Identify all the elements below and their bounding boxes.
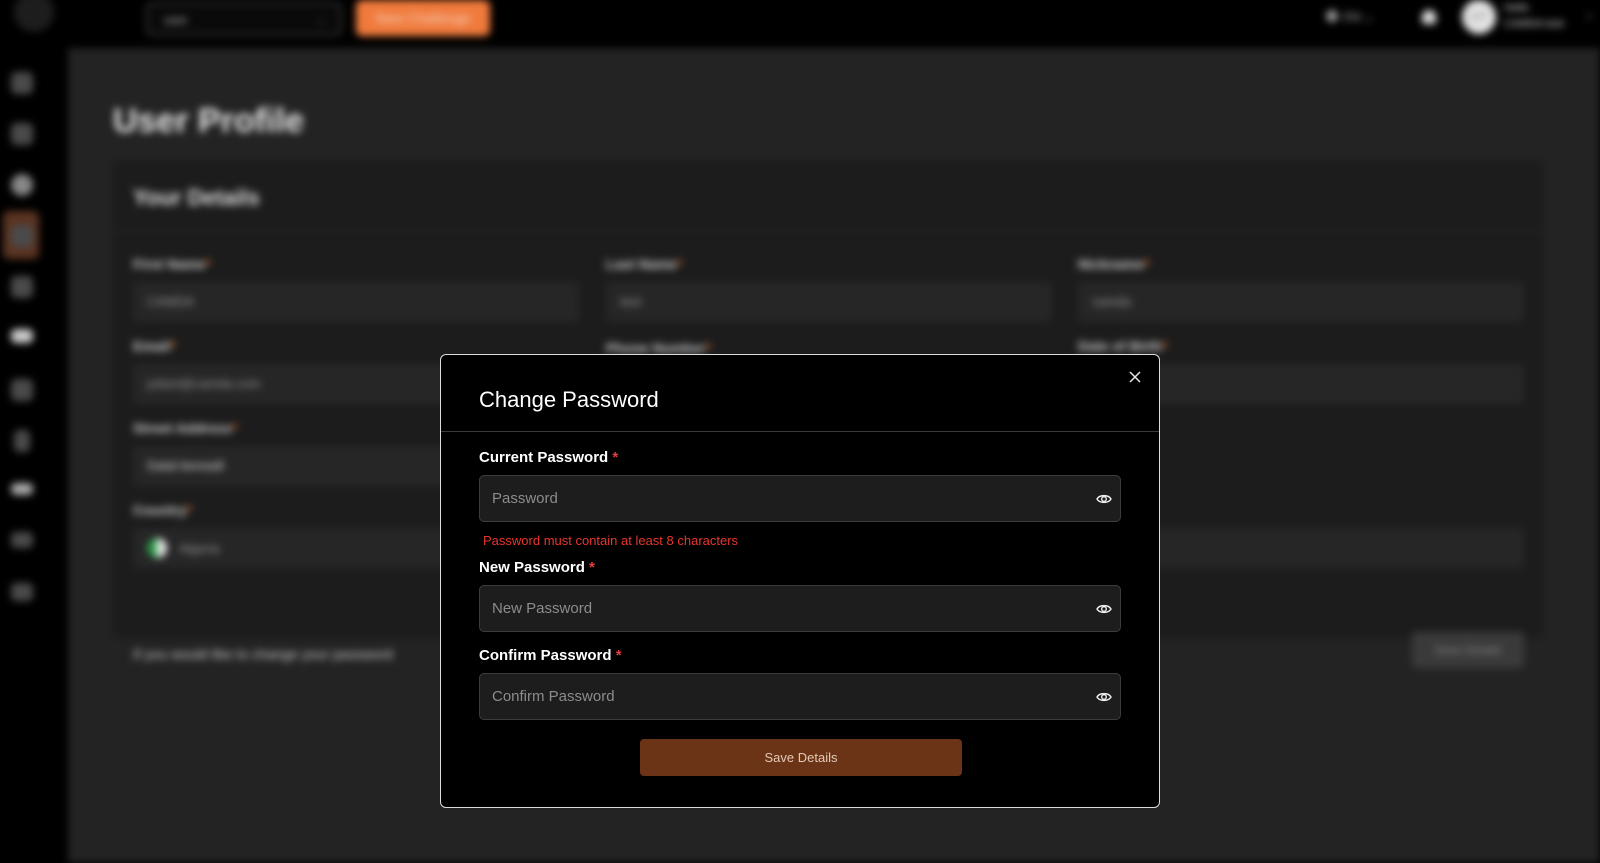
logout-icon[interactable] xyxy=(11,583,33,601)
current-password-input[interactable] xyxy=(480,476,1070,521)
user-meta: Hello CAMDA test xyxy=(1504,0,1564,32)
first-name-field[interactable]: CAMDA xyxy=(133,282,579,322)
new-password-input[interactable] xyxy=(480,586,1070,631)
sidebar xyxy=(0,48,68,863)
confirm-password-label: Confirm Password * xyxy=(479,647,622,664)
challenges-icon[interactable] xyxy=(11,123,33,145)
last-name-label: Last Name* xyxy=(606,256,683,272)
close-icon xyxy=(1129,371,1141,383)
role-select-value: user xyxy=(164,13,188,27)
dob-label: Date of Birth* xyxy=(1078,338,1168,354)
modal-divider xyxy=(441,431,1159,432)
language-label: EN xyxy=(1344,10,1361,24)
current-password-field xyxy=(479,475,1121,522)
chevron-down-icon: ⌄ xyxy=(315,12,326,26)
eye-icon[interactable] xyxy=(11,483,33,495)
email-label: Email* xyxy=(133,338,176,354)
ticket-icon[interactable] xyxy=(11,329,33,343)
user-name: CAMDA test xyxy=(1504,18,1564,30)
password-note: If you would like to change your passwor… xyxy=(133,646,393,662)
globe-icon xyxy=(1326,10,1338,22)
calendar-icon[interactable] xyxy=(11,379,33,401)
user-menu-chevron-icon[interactable]: ⌄ xyxy=(1585,8,1594,21)
show-new-password-eye-icon[interactable] xyxy=(1096,601,1112,617)
new-password-label: New Password * xyxy=(479,559,595,576)
bottle-icon[interactable] xyxy=(14,430,30,452)
algeria-flag-icon xyxy=(147,538,167,558)
avatar[interactable]: CT xyxy=(1462,0,1496,34)
street-label: Street Address* xyxy=(133,420,238,436)
password-error-message: Password must contain at least 8 charact… xyxy=(483,533,739,548)
background-save-button[interactable]: Save Details xyxy=(1412,632,1524,668)
card-icon[interactable] xyxy=(11,532,33,548)
close-button[interactable] xyxy=(1127,369,1143,385)
language-selector[interactable]: EN ⌄ xyxy=(1326,10,1374,24)
card-divider xyxy=(112,230,1544,231)
country-label: Country* xyxy=(133,502,193,518)
confirm-password-input[interactable] xyxy=(480,674,1070,719)
change-password-modal: Change Password Current Password * Passw… xyxy=(440,354,1160,808)
modal-title: Change Password xyxy=(479,387,659,412)
first-name-label: First Name* xyxy=(133,256,211,272)
show-confirm-password-eye-icon[interactable] xyxy=(1096,689,1112,705)
last-name-field[interactable]: test xyxy=(606,282,1052,322)
dashboard-icon[interactable] xyxy=(11,72,33,94)
current-password-label: Current Password * xyxy=(479,449,619,466)
notification-bell-icon[interactable] xyxy=(1422,10,1436,24)
top-bar: user ⌄ New Challenge EN ⌄ CT Hello CAMDA… xyxy=(0,0,1600,48)
role-select[interactable]: user ⌄ xyxy=(146,2,342,36)
nickname-field[interactable]: camda xyxy=(1078,282,1524,322)
document-icon[interactable] xyxy=(11,276,33,298)
clipboard-icon[interactable] xyxy=(11,225,33,247)
menu-icon[interactable] xyxy=(14,0,54,32)
new-challenge-button[interactable]: New Challenge xyxy=(356,0,490,36)
nickname-label: Nickname* xyxy=(1078,256,1150,272)
show-password-eye-icon[interactable] xyxy=(1096,491,1112,507)
user-greeting: Hello xyxy=(1504,2,1530,14)
new-password-field xyxy=(479,585,1121,632)
page-title: User Profile xyxy=(113,102,304,140)
card-title: Your Details xyxy=(133,185,260,210)
profile-icon[interactable] xyxy=(11,174,33,196)
save-details-button[interactable]: Save Details xyxy=(640,739,962,776)
confirm-password-field xyxy=(479,673,1121,720)
country-value: Algeria xyxy=(179,541,220,556)
